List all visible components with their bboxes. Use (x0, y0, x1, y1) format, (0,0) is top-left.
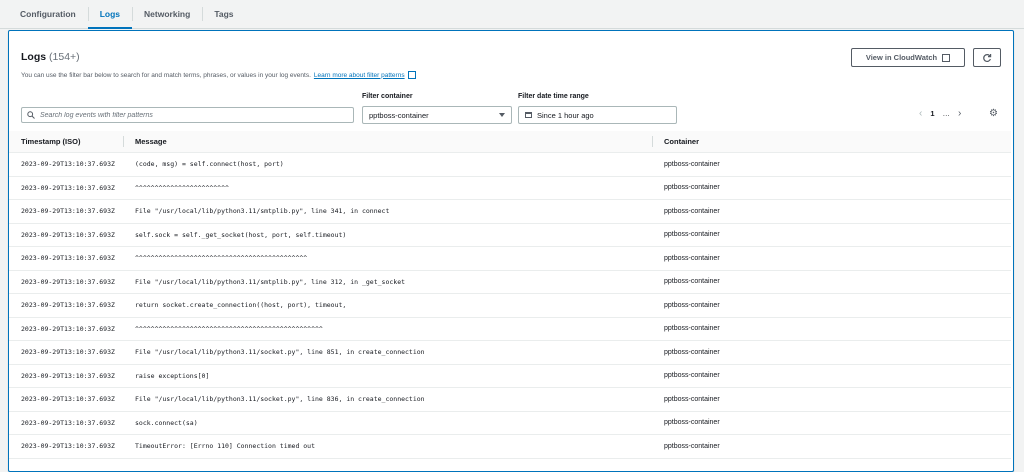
log-message: ^^^^^^^^^^^^^^^^^^^^^^^^^^^^^^^^^^^^^^^^… (123, 317, 652, 341)
column-header-message[interactable]: Message (123, 131, 652, 153)
log-message: return socket.create_connection((host, p… (123, 293, 652, 318)
external-link-icon (407, 71, 416, 79)
log-timestamp: 2023-09-29T13:10:37.693Z (9, 411, 123, 435)
log-message: (code, msg) = self.connect(host, port) (123, 152, 652, 177)
table-row[interactable]: 2023-09-29T13:10:37.693Z sock.connect(sa)… (9, 411, 1011, 435)
filter-container-select[interactable]: pptboss-container (362, 106, 512, 124)
filter-container-value: pptboss-container (369, 110, 429, 120)
logs-header: Logs (154+) (21, 51, 80, 63)
refresh-icon (983, 53, 992, 62)
learn-more-link[interactable]: Learn more about filter patterns (314, 72, 405, 79)
log-container: pptboss-container (652, 199, 1011, 224)
log-message: File "/usr/local/lib/python3.11/smtplib.… (123, 199, 652, 224)
log-timestamp: 2023-09-29T13:10:37.693Z (9, 364, 123, 388)
log-container: pptboss-container (652, 223, 1011, 247)
table-row[interactable]: 2023-09-29T13:10:37.693Z TimeoutError: [E… (9, 434, 1011, 459)
page-ellipsis: … (942, 109, 951, 118)
filter-container-label: Filter container (362, 93, 413, 100)
logs-title: Logs (21, 51, 47, 63)
log-timestamp: 2023-09-29T13:10:37.693Z (9, 293, 123, 318)
logs-table: Timestamp (ISO) Message Container 2023-0… (9, 131, 1011, 459)
log-message: raise exceptions[0] (123, 364, 652, 388)
logs-panel: Logs (154+) You can use the filter bar b… (8, 30, 1014, 472)
log-timestamp: 2023-09-29T13:10:37.693Z (9, 387, 123, 412)
log-timestamp: 2023-09-29T13:10:37.693Z (9, 317, 123, 341)
table-row[interactable]: 2023-09-29T13:10:37.693Z File "/usr/local… (9, 387, 1011, 412)
column-header-timestamp[interactable]: Timestamp (ISO) (9, 131, 123, 153)
external-link-icon (942, 53, 951, 62)
log-message: sock.connect(sa) (123, 411, 652, 435)
tab-configuration[interactable]: Configuration (8, 0, 88, 28)
log-message: TimeoutError: [Errno 110] Connection tim… (123, 434, 652, 459)
tab-networking[interactable]: Networking (132, 0, 202, 28)
logs-table-body: 2023-09-29T13:10:37.693Z (code, msg) = se… (9, 152, 1011, 459)
logs-count: (154+) (49, 51, 80, 63)
tab-bar: Configuration Logs Networking Tags (0, 0, 1024, 29)
filter-date-label: Filter date time range (518, 93, 589, 100)
log-container: pptboss-container (652, 152, 1011, 177)
gear-icon[interactable]: ⚙ (989, 108, 998, 119)
column-header-container[interactable]: Container (652, 131, 1011, 153)
caret-down-icon (499, 113, 505, 117)
log-container: pptboss-container (652, 317, 1011, 341)
calendar-icon (525, 112, 532, 118)
log-timestamp: 2023-09-29T13:10:37.693Z (9, 199, 123, 224)
log-container: pptboss-container (652, 387, 1011, 412)
log-timestamp: 2023-09-29T13:10:37.693Z (9, 340, 123, 365)
log-container: pptboss-container (652, 293, 1011, 318)
log-container: pptboss-container (652, 246, 1011, 271)
view-in-cloudwatch-label: View in CloudWatch (865, 53, 938, 62)
log-container: pptboss-container (652, 176, 1011, 200)
search-icon (27, 111, 35, 119)
search-box[interactable] (21, 107, 354, 123)
log-message: File "/usr/local/lib/python3.11/socket.p… (123, 340, 652, 365)
log-container: pptboss-container (652, 270, 1011, 294)
pagination: ‹ 1 … › (919, 108, 961, 119)
tab-tags[interactable]: Tags (202, 0, 245, 28)
log-timestamp: 2023-09-29T13:10:37.693Z (9, 152, 123, 177)
log-container: pptboss-container (652, 340, 1011, 365)
table-row[interactable]: 2023-09-29T13:10:37.693Z ^^^^^^^^^^^^^^^^… (9, 176, 1011, 200)
log-container: pptboss-container (652, 434, 1011, 459)
chevron-right-icon[interactable]: › (958, 108, 961, 119)
log-timestamp: 2023-09-29T13:10:37.693Z (9, 223, 123, 247)
log-timestamp: 2023-09-29T13:10:37.693Z (9, 246, 123, 271)
table-row[interactable]: 2023-09-29T13:10:37.693Z ^^^^^^^^^^^^^^^^… (9, 317, 1011, 341)
filter-date-range[interactable]: Since 1 hour ago (518, 106, 677, 124)
log-timestamp: 2023-09-29T13:10:37.693Z (9, 270, 123, 294)
table-row[interactable]: 2023-09-29T13:10:37.693Z File "/usr/local… (9, 270, 1011, 294)
view-in-cloudwatch-button[interactable]: View in CloudWatch (851, 48, 965, 67)
refresh-button[interactable] (973, 48, 1001, 67)
log-timestamp: 2023-09-29T13:10:37.693Z (9, 176, 123, 200)
table-row[interactable]: 2023-09-29T13:10:37.693Z File "/usr/local… (9, 340, 1011, 365)
table-row[interactable]: 2023-09-29T13:10:37.693Z ^^^^^^^^^^^^^^^^… (9, 246, 1011, 271)
page-number[interactable]: 1 (930, 109, 934, 118)
log-message: ^^^^^^^^^^^^^^^^^^^^^^^^^^^^^^^^^^^^^^^^… (123, 246, 652, 271)
description-text: You can use the filter bar below to sear… (21, 71, 311, 79)
log-message: self.sock = self._get_socket(host, port,… (123, 223, 652, 247)
table-row[interactable]: 2023-09-29T13:10:37.693Z return socket.cr… (9, 293, 1011, 318)
log-message: File "/usr/local/lib/python3.11/socket.p… (123, 387, 652, 412)
table-row[interactable]: 2023-09-29T13:10:37.693Z self.sock = self… (9, 223, 1011, 247)
log-container: pptboss-container (652, 364, 1011, 388)
table-row[interactable]: 2023-09-29T13:10:37.693Z File "/usr/local… (9, 199, 1011, 224)
search-input[interactable] (40, 111, 340, 119)
log-message: File "/usr/local/lib/python3.11/smtplib.… (123, 270, 652, 294)
logs-description: You can use the filter bar below to sear… (21, 71, 416, 79)
table-row[interactable]: 2023-09-29T13:10:37.693Z raise exceptions… (9, 364, 1011, 388)
table-row[interactable]: 2023-09-29T13:10:37.693Z (code, msg) = se… (9, 152, 1011, 177)
tab-logs[interactable]: Logs (87, 0, 133, 29)
log-timestamp: 2023-09-29T13:10:37.693Z (9, 434, 123, 459)
filter-date-value: Since 1 hour ago (537, 110, 594, 120)
chevron-left-icon[interactable]: ‹ (919, 108, 922, 119)
log-message: ^^^^^^^^^^^^^^^^^^^^^^^^ (123, 176, 652, 200)
log-container: pptboss-container (652, 411, 1011, 435)
table-header-row: Timestamp (ISO) Message Container (9, 131, 1011, 153)
